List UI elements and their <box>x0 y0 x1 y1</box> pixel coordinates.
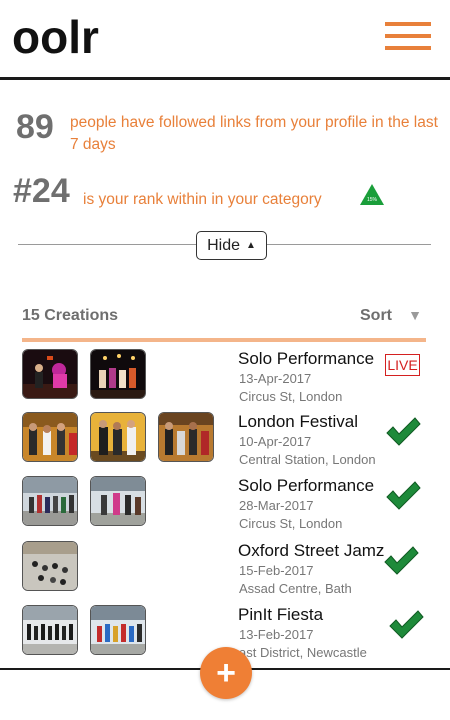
app-header: oolr <box>0 0 450 80</box>
item-venue: Central Station, London <box>239 452 376 467</box>
app-logo: oolr <box>12 11 99 63</box>
item-title: Solo Performance <box>238 349 375 368</box>
hide-label: Hide <box>207 236 240 254</box>
photo-thumbnail[interactable] <box>90 349 146 399</box>
list-header-rule <box>22 338 426 342</box>
hide-toggle-button[interactable]: Hide ▲ <box>196 231 267 260</box>
photo-thumbnail[interactable] <box>22 412 78 462</box>
rank-value: #24 <box>13 172 70 210</box>
rank-up-triangle-icon: 15% <box>360 184 384 205</box>
list-item[interactable]: Solo Performance 13-Apr-2017 Circus St, … <box>0 349 450 407</box>
add-creation-button[interactable]: + <box>200 647 252 699</box>
item-date: 10-Apr-2017 <box>239 434 312 449</box>
followers-description: people have followed links from your pro… <box>70 114 438 153</box>
check-icon <box>386 481 421 510</box>
live-badge: LIVE <box>385 354 420 376</box>
item-title: London Festival <box>238 412 359 431</box>
photo-thumbnail[interactable] <box>158 412 214 462</box>
list-item[interactable]: Solo Performance 28-Mar-2017 Circus St, … <box>0 476 450 534</box>
check-icon <box>386 417 421 446</box>
item-venue: ast District, Newcastle <box>239 645 367 660</box>
photo-thumbnail[interactable] <box>22 476 78 526</box>
list-header: 15 Creations Sort ▼ <box>22 305 426 329</box>
item-date: 15-Feb-2017 <box>239 563 314 578</box>
photo-thumbnail[interactable] <box>90 412 146 462</box>
photo-thumbnail[interactable] <box>90 476 146 526</box>
triangle-down-icon[interactable]: ▼ <box>408 307 422 323</box>
item-date: 13-Apr-2017 <box>239 371 312 386</box>
list-item[interactable]: London Festival 10-Apr-2017 Central Stat… <box>0 412 450 470</box>
followers-stat: 89 people have followed links from your … <box>0 108 450 158</box>
item-title: Oxford Street Jamz <box>238 541 385 560</box>
photo-thumbnail[interactable] <box>22 541 78 591</box>
rank-description: is your rank within in your category <box>83 191 322 208</box>
followers-count: 89 <box>16 108 54 146</box>
item-title: Solo Performance <box>238 476 375 495</box>
list-item[interactable]: Oxford Street Jamz 15-Feb-2017 Assad Cen… <box>0 541 450 599</box>
triangle-up-icon: ▲ <box>246 240 256 251</box>
photo-thumbnail[interactable] <box>22 349 78 399</box>
item-venue: Circus St, London <box>239 516 343 531</box>
item-date: 28-Mar-2017 <box>239 498 314 513</box>
check-icon <box>384 546 419 575</box>
item-date: 13-Feb-2017 <box>239 627 314 642</box>
photo-thumbnail[interactable] <box>90 605 146 655</box>
rank-badge-text: 15% <box>367 197 378 203</box>
sort-button[interactable]: Sort <box>360 307 392 325</box>
item-venue: Circus St, London <box>239 389 343 404</box>
creations-count: 15 Creations <box>22 307 119 324</box>
hamburger-menu-icon[interactable] <box>385 20 431 52</box>
item-title: PinIt Fiesta <box>238 605 324 624</box>
item-venue: Assad Centre, Bath <box>239 581 352 596</box>
photo-thumbnail[interactable] <box>22 605 78 655</box>
check-icon <box>389 610 424 639</box>
